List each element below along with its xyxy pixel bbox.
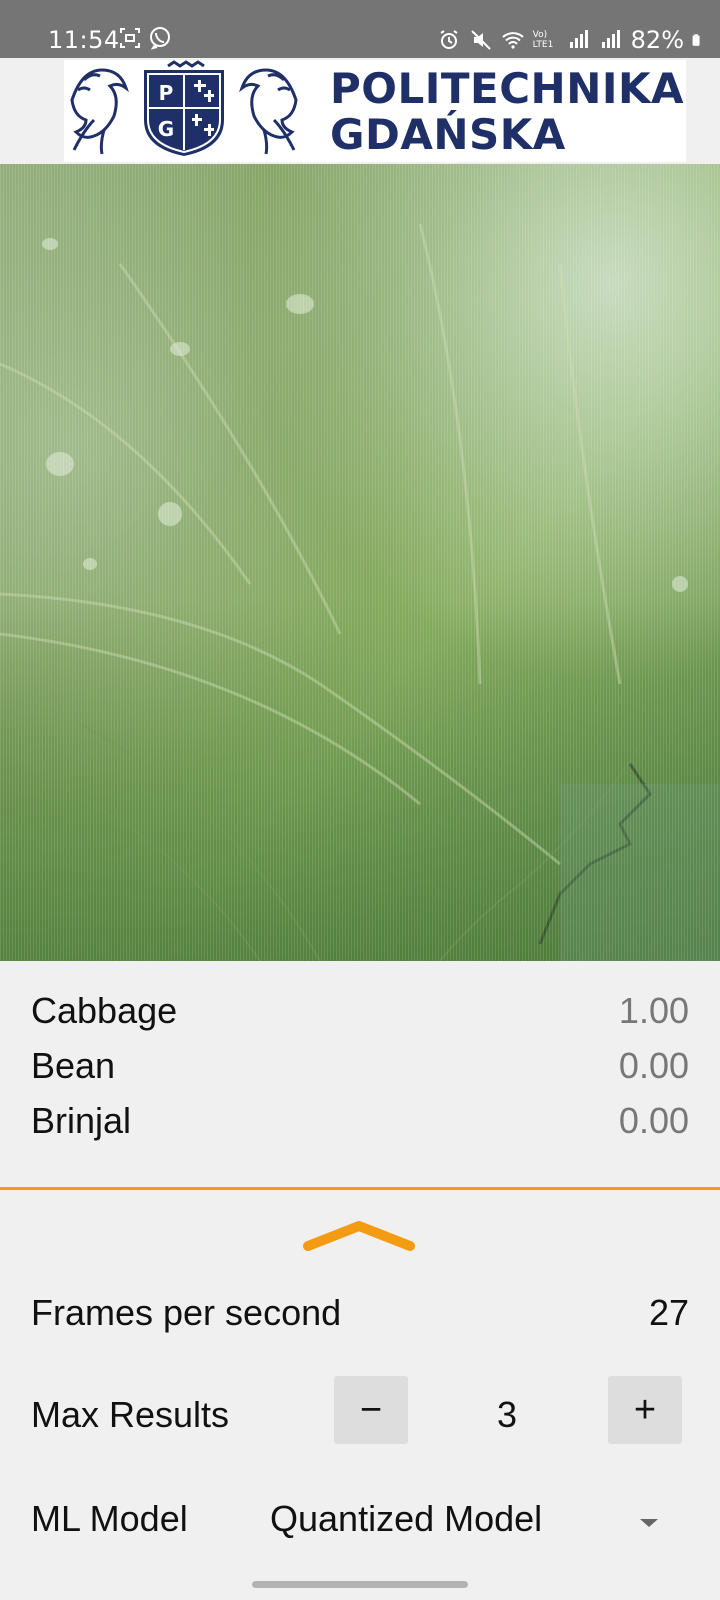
- max-results-label: Max Results: [31, 1394, 230, 1435]
- result-row: Brinjal 0.00: [0, 1100, 720, 1155]
- increment-max-results-button[interactable]: +: [608, 1376, 682, 1444]
- dropdown-arrow-icon: [640, 1519, 658, 1527]
- result-score: 0.00: [618, 1100, 689, 1141]
- result-score: 1.00: [618, 990, 689, 1031]
- classification-results: Cabbage 1.00 Bean 0.00 Brinjal 0.00: [0, 990, 720, 1155]
- result-row: Bean 0.00: [0, 1045, 720, 1100]
- viber-icon: [150, 27, 170, 50]
- result-label: Bean: [31, 1045, 116, 1086]
- max-results-value: 3: [496, 1394, 518, 1435]
- ml-model-selected-value: Quantized Model: [270, 1498, 543, 1539]
- status-time: 11:54: [48, 26, 120, 54]
- network-type-label: Vo) LTE1: [532, 30, 554, 50]
- university-name-line2: GDAŃSKA: [330, 110, 566, 159]
- university-logo: P G POLITECHNIKA GDAŃSKA: [64, 60, 686, 162]
- result-score: 0.00: [618, 1045, 689, 1086]
- home-indicator[interactable]: [252, 1581, 468, 1588]
- result-label: Brinjal: [31, 1100, 132, 1141]
- ml-model-label: ML Model: [31, 1498, 188, 1539]
- minus-icon: −: [359, 1388, 383, 1431]
- fps-label: Frames per second: [31, 1292, 342, 1333]
- mute-icon: [470, 30, 491, 50]
- emblem-letter-p: P: [159, 81, 174, 105]
- camera-frame-leaf-image: [0, 164, 720, 961]
- alarm-icon: [440, 30, 458, 49]
- result-label: Cabbage: [31, 990, 178, 1031]
- coat-of-arms-icon: P G: [70, 60, 298, 156]
- fps-row: Frames per second 27: [0, 1292, 720, 1342]
- wifi-icon: [501, 32, 524, 49]
- status-bar: 11:54 Vo) LTE1 82%: [0, 0, 720, 58]
- signal-icon: [569, 30, 588, 48]
- result-row: Cabbage 1.00: [0, 990, 720, 1045]
- app-header: P G POLITECHNIKA GDAŃSKA: [0, 58, 720, 164]
- battery-percent: 82%: [630, 26, 684, 54]
- ml-model-dropdown[interactable]: Quantized Model: [270, 1498, 690, 1558]
- university-name: POLITECHNIKA GDAŃSKA: [330, 66, 684, 158]
- plus-icon: +: [633, 1388, 657, 1431]
- battery-icon: [692, 34, 700, 46]
- screenshot-icon: [120, 28, 140, 48]
- emblem-letter-g: G: [158, 117, 174, 141]
- bottom-sheet-divider: [0, 1187, 720, 1190]
- camera-preview: [0, 164, 720, 961]
- signal-icon-2: [601, 30, 620, 48]
- fps-value: 27: [648, 1292, 689, 1333]
- ml-model-row: ML Model Quantized Model: [0, 1498, 720, 1558]
- decrement-max-results-button[interactable]: −: [334, 1376, 408, 1444]
- university-name-line1: POLITECHNIKA: [330, 64, 685, 113]
- max-results-row: Max Results − 3 +: [0, 1376, 720, 1446]
- expand-sheet-chevron-icon[interactable]: [300, 1218, 418, 1254]
